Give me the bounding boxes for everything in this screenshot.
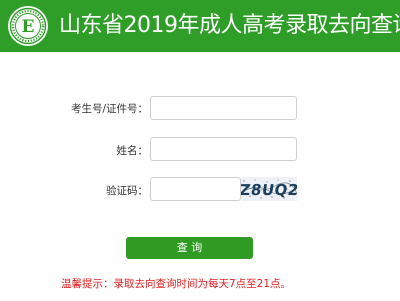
id-number-label: 考生号/证件号： <box>70 103 148 115</box>
captcha-input[interactable] <box>150 177 241 201</box>
name-input[interactable] <box>150 137 297 161</box>
captcha-image[interactable]: Z8UQ2 <box>241 177 297 201</box>
notice-text: 温馨提示：录取去向查询时间为每天7点至21点。 <box>61 278 292 290</box>
svg-text:E: E <box>22 17 35 37</box>
university-seal-logo-icon: E <box>8 6 48 46</box>
id-number-input[interactable] <box>150 96 297 120</box>
captcha-text: Z8UQ2 <box>241 181 297 199</box>
page-title: 山东省2019年成人高考录取去向查询 <box>59 13 400 38</box>
name-label: 姓名： <box>116 145 149 157</box>
header-bar: E 山东省2019年成人高考录取去向查询 <box>0 0 400 52</box>
query-button[interactable]: 查 询 <box>126 237 253 259</box>
captcha-label: 验证码： <box>106 185 148 197</box>
